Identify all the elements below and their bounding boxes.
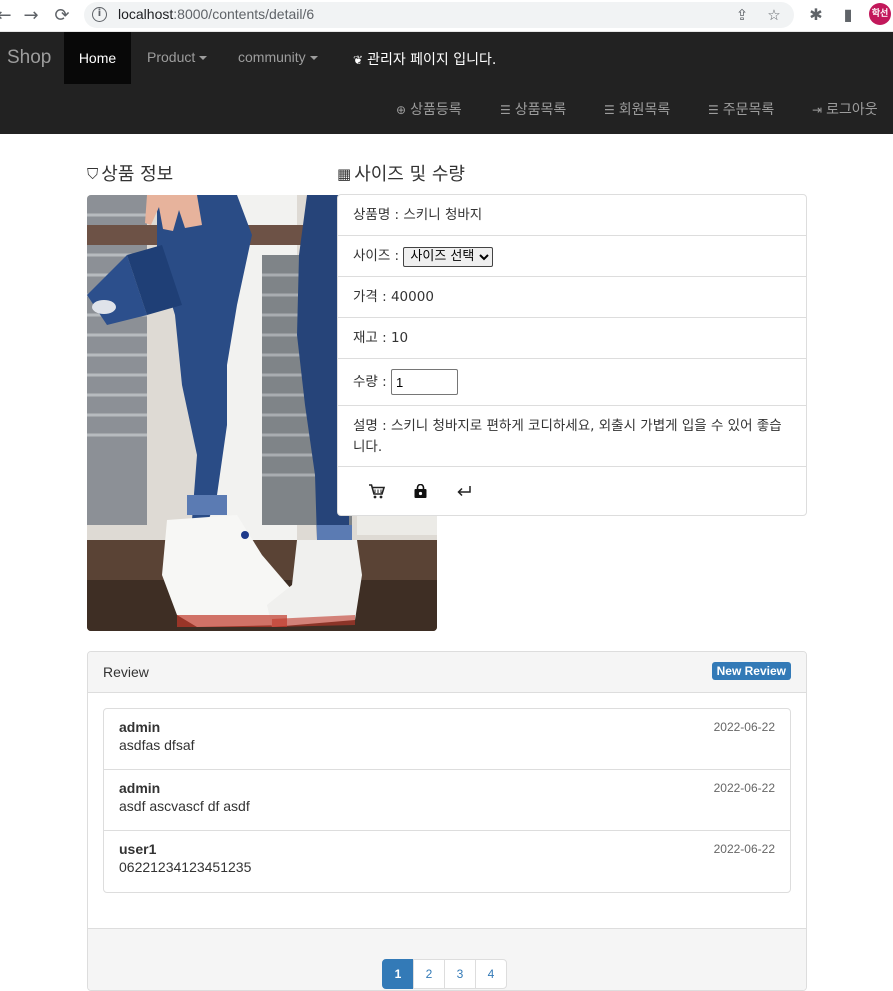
review-author: admin	[119, 780, 161, 796]
review-text: asdfas dfsaf	[119, 737, 195, 753]
list-icon: ☰	[708, 103, 719, 117]
forward-icon[interactable]: →	[19, 4, 43, 28]
size-row: 사이즈 : 사이즈 선택	[338, 236, 806, 277]
stock-row: 재고 : 10	[338, 318, 806, 359]
share-icon[interactable]: ⇪	[732, 5, 752, 25]
quantity-label: 수량 :	[353, 374, 387, 390]
size-select[interactable]: 사이즈 선택	[403, 246, 494, 267]
list-icon: ☰	[500, 103, 511, 117]
navbar: Shop Home Product community ❦ 관리자 페이지 입니다…	[0, 32, 893, 134]
review-text: asdf ascvascf df asdf	[119, 798, 250, 814]
price-row: 가격 : 40000	[338, 277, 806, 318]
review-date: 2022-06-22	[713, 781, 775, 795]
size-label: 사이즈 :	[353, 248, 400, 264]
caret-down-icon	[199, 56, 208, 61]
plus-circle-icon: ⊕	[396, 103, 407, 117]
review-footer: 1 2 3 4	[88, 928, 806, 990]
quantity-input[interactable]	[390, 369, 458, 395]
reload-icon[interactable]: ⟳	[50, 4, 74, 28]
size-quantity-title: ▦ 사이즈 및 수량	[337, 164, 465, 185]
profile-avatar[interactable]: 학선	[869, 3, 891, 25]
review-item[interactable]: admin asdfas dfsaf 2022-06-22	[104, 709, 790, 770]
product-actions	[338, 467, 806, 515]
shopping-bag-icon[interactable]	[409, 480, 431, 502]
logout-icon: ⇥	[812, 103, 823, 117]
nav-product-dropdown[interactable]: Product	[147, 49, 208, 65]
review-author: admin	[119, 719, 161, 735]
list-icon: ☰	[604, 103, 615, 117]
url-text[interactable]: localhost:8000/contents/detail/6	[118, 6, 314, 22]
caret-down-icon	[309, 56, 318, 61]
address-bar[interactable]: i localhost:8000/contents/detail/6 ⇪ ☆	[84, 2, 794, 28]
nav-member-list[interactable]: ☰ 회원목록	[604, 99, 670, 119]
quantity-row: 수량 :	[338, 359, 806, 406]
product-name-row: 상품명 : 스키니 청바지	[338, 195, 806, 236]
description-row: 설명 : 스키니 청바지로 편하게 코디하세요, 외출시 가볍게 입을 수 있어…	[338, 406, 806, 467]
side-panel-icon[interactable]: ▮	[837, 4, 859, 26]
review-panel: Review New Review admin asdfas dfsaf 202…	[87, 651, 807, 991]
cart-icon[interactable]	[365, 480, 387, 502]
nav-home[interactable]: Home	[64, 32, 131, 84]
site-info-icon[interactable]: i	[92, 7, 107, 22]
review-item[interactable]: user1 06221234123451235 2022-06-22	[104, 831, 790, 892]
review-text: 06221234123451235	[119, 859, 252, 875]
ruler-icon: ▦	[337, 165, 352, 183]
review-item[interactable]: admin asdf ascvascf df asdf 2022-06-22	[104, 770, 790, 831]
review-date: 2022-06-22	[713, 720, 775, 734]
review-header: Review New Review	[88, 652, 806, 693]
nav-order-list[interactable]: ☰ 주문목록	[708, 99, 774, 119]
admin-notice: ❦ 관리자 페이지 입니다.	[353, 52, 497, 68]
nav-community-dropdown[interactable]: community	[238, 49, 318, 65]
nav-product-list[interactable]: ☰ 상품목록	[500, 99, 566, 119]
nav-add-product[interactable]: ⊕ 상품등록	[396, 99, 462, 119]
browser-toolbar: ← → ⟳ i localhost:8000/contents/detail/6…	[0, 0, 893, 32]
nav-logout[interactable]: ⇥ 로그아웃	[812, 99, 878, 119]
review-date: 2022-06-22	[713, 842, 775, 856]
back-icon[interactable]: ←	[0, 4, 16, 28]
review-title: Review	[103, 664, 149, 680]
return-icon[interactable]	[453, 480, 475, 502]
review-author: user1	[119, 841, 157, 857]
product-info-title: ⛉ 상품 정보	[87, 164, 174, 185]
review-list: admin asdfas dfsaf 2022-06-22 admin asdf…	[103, 708, 791, 893]
bookmark-star-icon[interactable]: ☆	[764, 5, 784, 25]
grain-icon: ❦	[353, 53, 364, 67]
product-detail-panel: 상품명 : 스키니 청바지 사이즈 : 사이즈 선택 가격 : 40000 재고…	[337, 194, 807, 516]
extensions-icon[interactable]: ✱	[805, 4, 827, 26]
new-review-button[interactable]: New Review	[711, 662, 791, 680]
brand-link[interactable]: Shop	[7, 47, 51, 69]
shopping-bag-icon: ⛉	[87, 165, 99, 183]
